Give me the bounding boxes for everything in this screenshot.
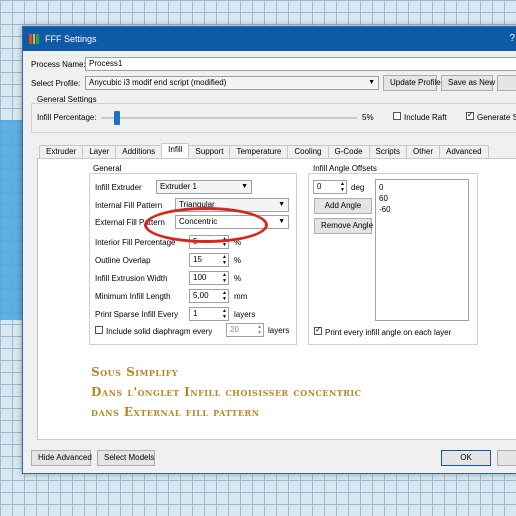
- annotation-line-3: dans External fill pattern: [91, 405, 260, 419]
- angle-offsets-title: Infill Angle Offsets: [313, 164, 377, 173]
- settings-tabs: Extruder Layer Additions Infill Support Tempe…: [39, 143, 489, 158]
- select-profile-label: Select Profile:: [31, 79, 81, 88]
- outline-overlap-input[interactable]: 15 ▲ ▼: [189, 253, 229, 267]
- tab-additions[interactable]: Additions: [115, 145, 163, 158]
- save-as-new-button[interactable]: Save as New: [441, 75, 495, 91]
- angle-list[interactable]: 0 60 -60: [375, 179, 469, 321]
- process-name-input[interactable]: Process1: [85, 57, 516, 71]
- solid-diaphragm-input[interactable]: 20 ▲ ▼: [226, 323, 264, 337]
- angle-unit: deg: [351, 183, 365, 192]
- spin-arrows-icon[interactable]: ▲ ▼: [257, 324, 262, 336]
- infill-general-title: General: [93, 164, 122, 173]
- angle-list-item[interactable]: 0: [379, 182, 465, 193]
- cancel-button[interactable]: [497, 450, 516, 466]
- angle-list-item[interactable]: -60: [379, 204, 465, 215]
- chevron-down-icon: ▼: [368, 79, 375, 86]
- infill-extruder-select[interactable]: Extruder 1 ▼: [156, 180, 252, 194]
- tab-scripts[interactable]: Scripts: [368, 145, 407, 158]
- min-infill-length-unit: mm: [234, 292, 248, 301]
- spin-arrows-icon[interactable]: ▲ ▼: [222, 290, 227, 302]
- extrusion-width-input[interactable]: 100 ▲ ▼: [189, 271, 229, 285]
- infill-extruder-value: Extruder 1: [160, 182, 197, 191]
- title-bar: FFF Settings ?: [23, 27, 516, 51]
- spin-arrows-icon[interactable]: ▲ ▼: [222, 254, 227, 266]
- tab-layer[interactable]: Layer: [82, 145, 117, 158]
- app-icon: [29, 34, 40, 44]
- tab-advanced[interactable]: Advanced: [438, 145, 489, 158]
- generate-support-label: Generate S: [477, 113, 516, 122]
- outline-overlap-label: Outline Overlap: [95, 256, 151, 265]
- interior-fill-label: Interior Fill Percentage: [95, 238, 176, 247]
- chevron-down-icon: ▼: [241, 183, 248, 190]
- ok-button[interactable]: OK: [441, 450, 491, 466]
- infill-slider-thumb[interactable]: [113, 111, 120, 125]
- angle-value: 0: [317, 182, 322, 191]
- tab-g-code[interactable]: G-Code: [327, 145, 370, 158]
- extrusion-width-unit: %: [234, 274, 242, 283]
- solid-diaphragm-unit: layers: [268, 326, 290, 335]
- profile-select-value: Anycubic i3 modif end script (modified): [89, 78, 227, 87]
- spin-arrows-icon[interactable]: ▲ ▼: [222, 308, 227, 320]
- min-infill-length-label: Minimum Infill Length: [95, 292, 171, 301]
- angle-input[interactable]: 0 ▲ ▼: [313, 180, 347, 194]
- include-raft-checkbox[interactable]: [393, 112, 401, 120]
- print-every-angle-option[interactable]: Print every infill angle on each layer: [314, 325, 452, 337]
- spin-arrows-icon[interactable]: ▲ ▼: [340, 181, 345, 193]
- print-sparse-value: 1: [193, 309, 198, 318]
- highlight-ellipse: [144, 207, 268, 243]
- print-sparse-label: Print Sparse Infill Every: [95, 310, 179, 319]
- profile-select[interactable]: Anycubic i3 modif end script (modified) …: [85, 76, 379, 90]
- print-every-angle-label: Print every infill angle on each layer: [325, 328, 452, 337]
- tab-extruder[interactable]: Extruder: [39, 145, 84, 158]
- select-models-button[interactable]: Select Models: [97, 450, 155, 466]
- process-name-label: Process Name:: [31, 60, 86, 69]
- solid-diaphragm-checkbox[interactable]: [95, 326, 103, 334]
- update-profile-button[interactable]: Update Profile: [383, 75, 441, 91]
- extra-profile-button[interactable]: [497, 75, 516, 91]
- solid-diaphragm-option[interactable]: Include solid diaphragm every: [95, 326, 212, 336]
- include-raft-option[interactable]: Include Raft: [393, 112, 447, 122]
- tab-infill[interactable]: Infill: [161, 143, 190, 158]
- infill-extruder-label: Infill Extruder: [95, 183, 142, 192]
- infill-percentage-label: Infill Percentage:: [37, 113, 97, 122]
- solid-diaphragm-value: 20: [230, 325, 239, 334]
- add-angle-button[interactable]: Add Angle: [314, 198, 372, 214]
- generate-support-option[interactable]: Generate S: [466, 110, 516, 122]
- tab-temperature[interactable]: Temperature: [229, 145, 289, 158]
- solid-diaphragm-label: Include solid diaphragm every: [106, 327, 213, 336]
- infill-percentage-value: 5%: [362, 113, 374, 122]
- min-infill-length-value: 5,00: [193, 291, 209, 300]
- internal-fill-label: Internal Fill Pattern: [95, 201, 163, 210]
- min-infill-length-input[interactable]: 5,00 ▲ ▼: [189, 289, 229, 303]
- outline-overlap-value: 15: [193, 255, 202, 264]
- hide-advanced-button[interactable]: Hide Advanced: [31, 450, 92, 466]
- outline-overlap-unit: %: [234, 256, 242, 265]
- remove-angle-button[interactable]: Remove Angle: [314, 218, 373, 234]
- generate-support-checkbox[interactable]: [466, 110, 474, 120]
- chevron-down-icon: ▼: [278, 201, 285, 208]
- print-sparse-unit: layers: [234, 310, 256, 319]
- chevron-down-icon: ▼: [278, 218, 285, 225]
- print-sparse-input[interactable]: 1 ▲ ▼: [189, 307, 229, 321]
- angle-list-item[interactable]: 60: [379, 193, 465, 204]
- tab-cooling[interactable]: Cooling: [287, 145, 329, 158]
- annotation-line-1: Sous Simplify: [91, 365, 179, 379]
- help-button[interactable]: ?: [509, 33, 515, 44]
- tab-support[interactable]: Support: [188, 145, 231, 158]
- window-title: FFF Settings: [45, 34, 97, 44]
- extrusion-width-label: Infill Extrusion Width: [95, 274, 168, 283]
- infill-slider-track[interactable]: [101, 117, 357, 119]
- print-every-angle-checkbox[interactable]: [314, 325, 322, 335]
- extrusion-width-value: 100: [193, 273, 207, 282]
- include-raft-label: Include Raft: [404, 113, 447, 122]
- spin-arrows-icon[interactable]: ▲ ▼: [222, 272, 227, 284]
- annotation-line-2: Dans l'onglet Infill choisisser concentr…: [91, 385, 362, 399]
- fff-settings-window: FFF Settings ? Process Name: Process1 Se…: [22, 26, 516, 474]
- tab-other[interactable]: Other: [405, 145, 440, 158]
